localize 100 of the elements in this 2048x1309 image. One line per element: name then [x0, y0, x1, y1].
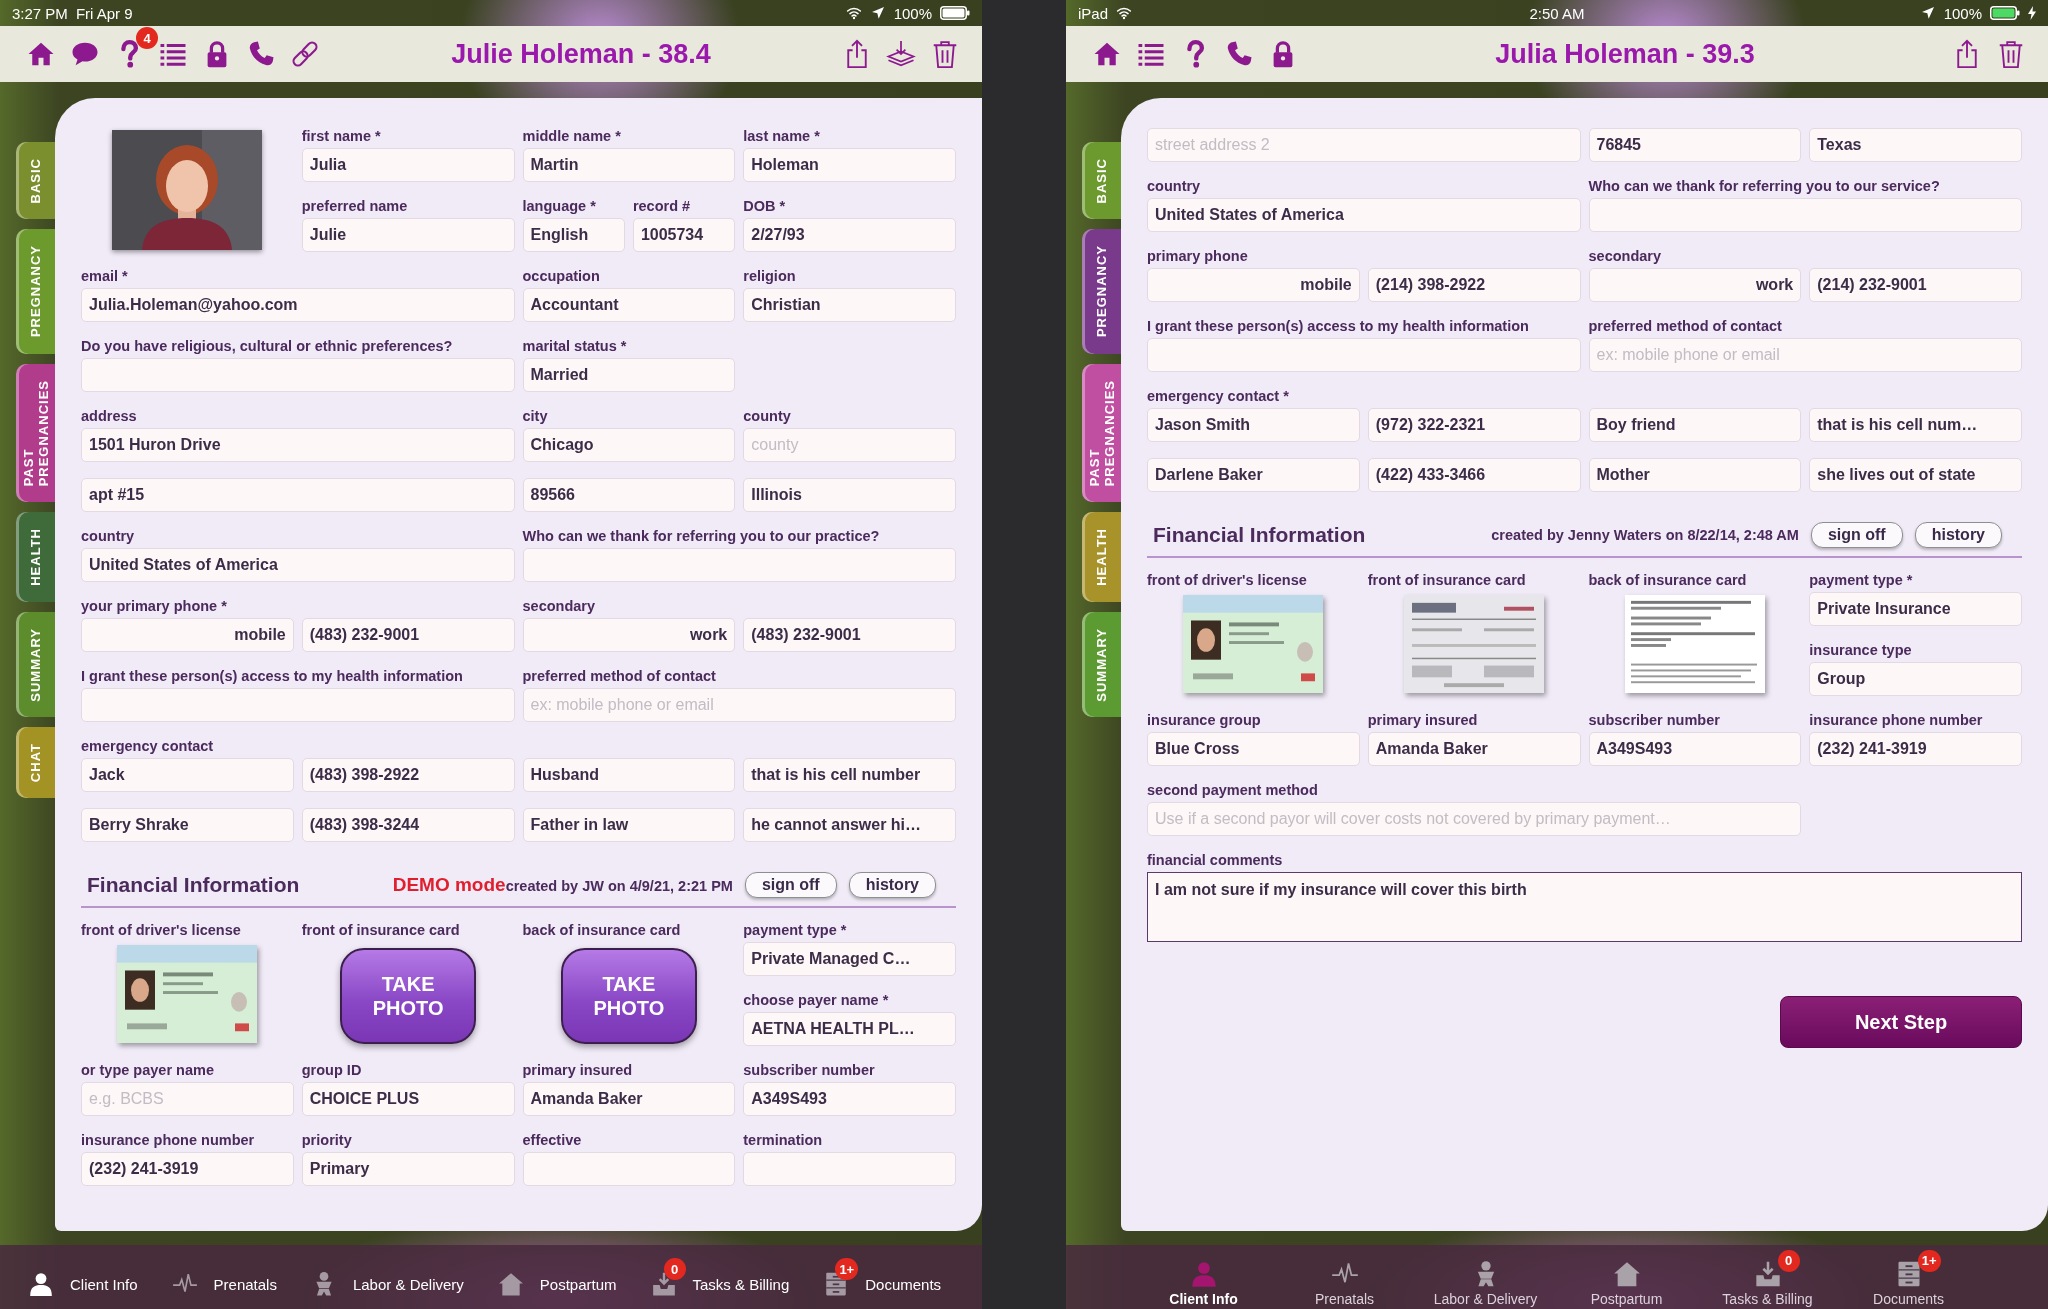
tab-bar-item[interactable]: 0 Tasks & Billing: [1697, 1247, 1838, 1307]
text-field[interactable]: (483) 232-9001: [301, 618, 515, 652]
side-tab[interactable]: PAST PREGNANCIES: [16, 363, 55, 502]
header-button[interactable]: history: [848, 872, 936, 898]
text-field[interactable]: CHOICE PLUS: [301, 1082, 515, 1116]
text-field[interactable]: AETNA HEALTH PL…: [743, 1012, 956, 1046]
layers-download-icon[interactable]: [886, 39, 916, 69]
tab-bar-item[interactable]: Labor & Delivery: [1415, 1247, 1556, 1307]
text-field[interactable]: Private Insurance: [1809, 592, 2022, 626]
text-field[interactable]: [81, 358, 515, 392]
text-field[interactable]: Blue Cross: [1147, 732, 1360, 766]
tab-bar-item[interactable]: Client Info: [28, 1257, 138, 1297]
text-field[interactable]: United States of America: [81, 548, 515, 582]
text-field[interactable]: that is his cell num…: [1809, 408, 2022, 442]
text-field[interactable]: United States of America: [1147, 198, 1581, 232]
text-field[interactable]: [522, 548, 956, 582]
text-field[interactable]: 1005734: [632, 218, 736, 252]
text-field[interactable]: (483) 398-2922: [301, 758, 515, 792]
text-field[interactable]: Darlene Baker: [1147, 458, 1360, 492]
text-field[interactable]: Mother: [1588, 458, 1802, 492]
take-photo-button[interactable]: TAKE PHOTO: [560, 948, 697, 1044]
text-field[interactable]: Holeman: [743, 148, 956, 182]
type-selector[interactable]: mobile: [1147, 268, 1360, 302]
text-field[interactable]: [743, 1152, 956, 1186]
text-field[interactable]: [522, 1152, 736, 1186]
side-tab[interactable]: SUMMARY: [16, 611, 55, 718]
text-field[interactable]: Jason Smith: [1147, 408, 1360, 442]
patient-title: Julia Holeman - 39.3: [1494, 38, 1756, 70]
text-field[interactable]: Christian: [743, 288, 956, 322]
tab-bar-item[interactable]: Labor & Delivery: [310, 1257, 464, 1297]
tab-bar-item[interactable]: Postpartum: [497, 1257, 617, 1297]
text-field[interactable]: Accountant: [522, 288, 736, 322]
tab-bar-item[interactable]: Postpartum: [1556, 1247, 1697, 1307]
link-icon[interactable]: [290, 39, 320, 69]
text-field[interactable]: Jack: [81, 758, 294, 792]
text-field[interactable]: 1501 Huron Drive: [81, 428, 515, 462]
tab-bar-item[interactable]: Prenatals: [171, 1257, 277, 1297]
tab-bar-item[interactable]: 0 Tasks & Billing: [650, 1257, 790, 1297]
text-field[interactable]: Husband: [522, 758, 736, 792]
tab-bar-item[interactable]: Prenatals: [1274, 1247, 1415, 1307]
text-field[interactable]: 2/27/93: [743, 218, 956, 252]
text-field[interactable]: (422) 433-3466: [1367, 458, 1581, 492]
field-label: insurance type: [1809, 642, 1912, 658]
text-field[interactable]: Julie: [301, 218, 515, 252]
tab-bar-item[interactable]: 1+ Documents: [823, 1257, 942, 1297]
text-field[interactable]: Berry Shrake: [81, 808, 294, 842]
text-field[interactable]: (483) 232-9001: [743, 618, 956, 652]
text-field[interactable]: 76845: [1588, 128, 1802, 162]
text-field[interactable]: Amanda Baker: [1367, 732, 1581, 766]
header-button[interactable]: sign off: [1810, 522, 1903, 548]
status-text: 100%: [893, 4, 932, 22]
take-photo-button[interactable]: TAKE PHOTO: [340, 948, 477, 1044]
side-tab[interactable]: PREGNANCY: [1082, 229, 1121, 354]
tab-bar-item[interactable]: 1+ Documents: [1838, 1247, 1979, 1307]
type-selector[interactable]: work: [1588, 268, 1802, 302]
house-icon: [497, 1271, 524, 1297]
text-field[interactable]: Group: [1809, 662, 2022, 696]
side-tab[interactable]: BASIC: [16, 142, 55, 220]
text-field[interactable]: 89566: [522, 478, 736, 512]
header-button[interactable]: history: [1914, 522, 2002, 548]
text-field[interactable]: [81, 688, 515, 722]
text-field[interactable]: (214) 232-9001: [1809, 268, 2022, 302]
type-selector[interactable]: mobile: [81, 618, 294, 652]
text-field[interactable]: apt #15: [81, 478, 515, 512]
text-field[interactable]: Father in law: [522, 808, 736, 842]
text-field[interactable]: A349S493: [1588, 732, 1802, 766]
text-field[interactable]: Married: [522, 358, 736, 392]
type-selector[interactable]: work: [522, 618, 736, 652]
text-field[interactable]: Boy friend: [1588, 408, 1802, 442]
comments-field[interactable]: I am not sure if my insurance will cover this birth: [1147, 872, 2022, 942]
text-field[interactable]: [1588, 198, 2022, 232]
text-field[interactable]: Julia: [301, 148, 515, 182]
text-field[interactable]: Private Managed C…: [743, 942, 956, 976]
text-field[interactable]: (232) 241-3919: [81, 1152, 294, 1186]
text-field[interactable]: he cannot answer hi…: [743, 808, 956, 842]
text-field[interactable]: A349S493: [743, 1082, 956, 1116]
next-step-button[interactable]: Next Step: [1780, 996, 2022, 1048]
side-tab[interactable]: PAST PREGNANCIES: [1082, 363, 1121, 502]
text-field[interactable]: [1147, 338, 1581, 372]
tab-bar-item[interactable]: Client Info: [1133, 1247, 1274, 1307]
text-field[interactable]: (232) 241-3919: [1809, 732, 2022, 766]
text-field[interactable]: she lives out of state: [1809, 458, 2022, 492]
text-field[interactable]: Chicago: [522, 428, 736, 462]
text-field[interactable]: (214) 398-2922: [1367, 268, 1581, 302]
text-field[interactable]: (483) 398-3244: [301, 808, 515, 842]
text-field[interactable]: Texas: [1809, 128, 2022, 162]
text-field[interactable]: Primary: [301, 1152, 515, 1186]
text-field[interactable]: English: [522, 218, 625, 252]
field-label: front of driver's license: [81, 922, 241, 938]
text-field[interactable]: Amanda Baker: [522, 1082, 736, 1116]
side-tab[interactable]: HEALTH: [16, 511, 55, 602]
text-field[interactable]: that is his cell number: [743, 758, 956, 792]
header-button[interactable]: sign off: [744, 872, 837, 898]
text-field[interactable]: (972) 322-2321: [1367, 408, 1581, 442]
field-label: Do you have religious, cultural or ethnic preferences?: [81, 338, 453, 354]
text-field[interactable]: Julia.Holeman@yahoo.com: [81, 288, 515, 322]
text-field[interactable]: Martin: [522, 148, 736, 182]
field-label: group ID: [301, 1062, 362, 1078]
text-field[interactable]: Illinois: [743, 478, 956, 512]
demo-label: DEMO mode: [392, 874, 506, 896]
